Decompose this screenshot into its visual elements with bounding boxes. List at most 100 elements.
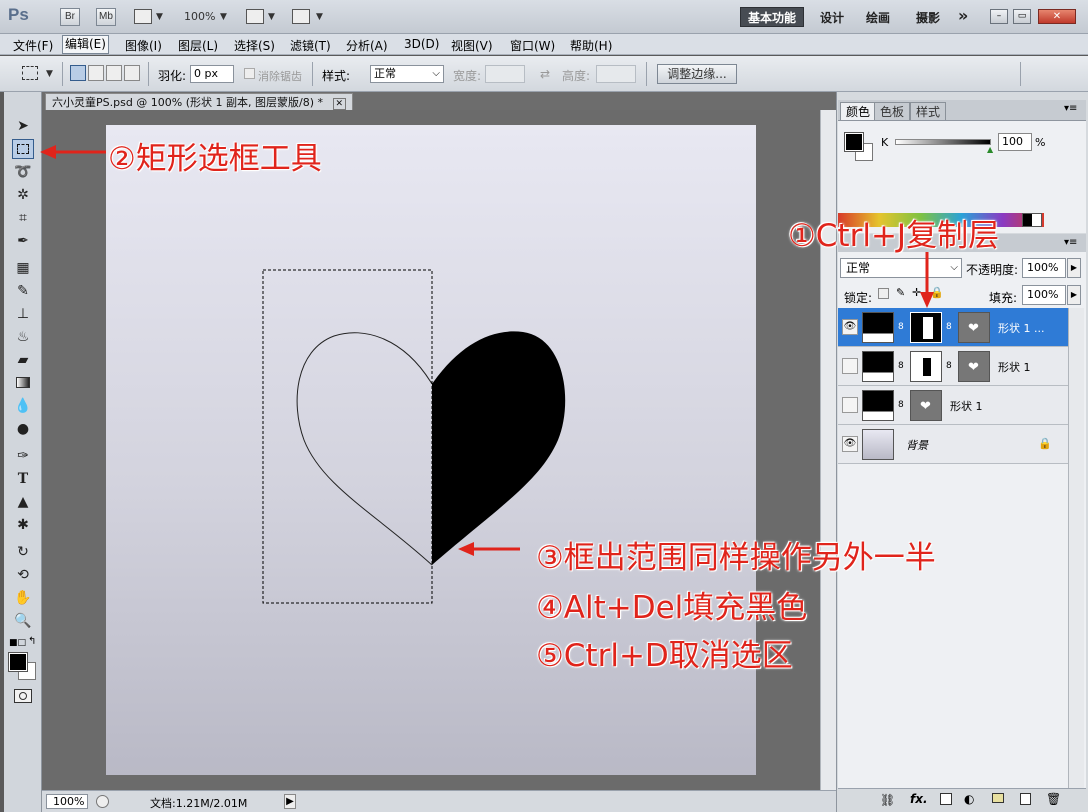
vector-mask-thumbnail[interactable]: ❤ [958,351,990,382]
workspace-photography[interactable]: 摄影 [916,9,940,26]
layer-name[interactable]: 形状 1 [998,359,1031,375]
screen-mode-icon[interactable] [292,9,310,24]
minimize-button[interactable]: – [990,9,1008,24]
workspace-essentials[interactable]: 基本功能 [740,7,804,27]
3d-rotate-tool-icon[interactable]: ↻ [12,542,34,562]
menu-image[interactable]: 图像(I) [125,37,162,54]
document-tab[interactable]: 六小灵童PS.psd @ 100% (形状 1 副本, 图层蒙版/8) * ✕ [45,93,354,110]
rectangular-marquee-tool-icon[interactable] [12,139,34,159]
adjustment-icon[interactable]: ◐ [964,792,974,806]
menu-window[interactable]: 窗口(W) [510,37,555,54]
tab-swatches[interactable]: 色板 [874,102,911,120]
subtract-from-selection-icon[interactable] [106,65,122,81]
menu-edit[interactable]: 编辑(E) [62,35,109,54]
refine-edge-button[interactable]: 调整边缘... [657,64,737,84]
layer-row[interactable]: 8 ❤ 形状 1 [838,386,1068,425]
opacity-input[interactable]: 100% [1022,258,1066,278]
vector-mask-thumbnail[interactable]: ❤ [910,390,942,421]
crop-tool-icon[interactable]: ⌗ [12,208,34,228]
mask-thumbnail[interactable] [910,351,942,382]
close-button[interactable]: ✕ [1038,9,1076,24]
fx-icon[interactable]: fx. [910,792,928,806]
layer-row[interactable]: 👁 8 8 ❤ 形状 1 ... [838,308,1068,347]
layers-scrollbar[interactable] [1068,308,1084,788]
color-fg-swatch[interactable] [844,132,864,152]
move-tool-icon[interactable]: ➤ [12,116,34,136]
menu-analysis[interactable]: 分析(A) [346,37,388,54]
layer-name[interactable]: 形状 1 [950,398,983,414]
workspace-painting[interactable]: 绘画 [866,9,890,26]
history-brush-tool-icon[interactable]: ♨ [12,327,34,347]
new-selection-icon[interactable] [70,65,86,81]
visibility-toggle[interactable] [842,358,858,374]
menu-filter[interactable]: 滤镜(T) [290,37,331,54]
channel-slider[interactable] [895,139,991,145]
workspace-design[interactable]: 设计 [820,9,844,26]
chevron-down-icon[interactable]: ▼ [46,69,53,79]
chevron-down-icon[interactable]: ▼ [316,12,323,22]
fill-arrow-icon[interactable]: ▶ [1067,285,1081,305]
clone-stamp-tool-icon[interactable]: ⊥ [12,304,34,324]
add-mask-icon[interactable] [940,793,952,805]
pen-tool-icon[interactable]: ✑ [12,446,34,466]
dodge-tool-icon[interactable]: ● [12,419,34,439]
visibility-toggle[interactable] [842,397,858,413]
layer-row[interactable]: 8 8 ❤ 形状 1 [838,347,1068,386]
chevron-down-icon[interactable]: ▼ [156,12,163,22]
layer-name[interactable]: 背景 [906,437,928,453]
tab-color[interactable]: 颜色 [840,102,877,120]
style-select[interactable]: 正常 ⌵ [370,65,444,83]
link-layers-icon[interactable]: ⛓ [880,793,895,807]
more-workspaces-icon[interactable]: » [958,6,968,25]
zoom-tool-icon[interactable]: 🔍 [12,611,34,631]
close-tab-icon[interactable]: ✕ [332,98,347,110]
eyedropper-tool-icon[interactable]: ✒ [12,231,34,251]
vector-mask-thumbnail[interactable]: ❤ [958,312,990,343]
trash-icon[interactable]: 🗑 [1046,792,1061,806]
mask-thumbnail[interactable] [910,312,942,343]
status-menu-icon[interactable]: ▶ [284,794,296,809]
group-icon[interactable] [992,793,1004,803]
default-colors-icon[interactable]: ■□ [9,638,26,648]
new-layer-icon[interactable] [1020,793,1031,805]
mini-bridge-button[interactable]: Mb [96,8,116,26]
eye-icon[interactable]: 👁 [842,319,858,335]
custom-shape-tool-icon[interactable]: ✱ [12,515,34,535]
3d-orbit-tool-icon[interactable]: ⟲ [12,565,34,585]
type-tool-icon[interactable]: T [12,469,34,489]
opacity-arrow-icon[interactable]: ▶ [1067,258,1081,278]
chevron-down-icon[interactable]: ▼ [268,12,275,22]
blend-mode-select[interactable]: 正常 ⌵ [840,258,962,278]
zoom-level[interactable]: 100% [184,10,215,23]
foreground-color-swatch[interactable] [8,652,28,672]
lock-pixels-icon[interactable]: ✎ [896,286,905,299]
slider-thumb-icon[interactable]: ▲ [987,145,993,154]
restore-button[interactable]: ▭ [1013,9,1031,24]
menu-layer[interactable]: 图层(L) [178,37,218,54]
menu-3d[interactable]: 3D(D) [404,37,439,51]
blur-tool-icon[interactable]: 💧 [12,396,34,416]
swap-colors-icon[interactable]: ↰ [28,636,36,647]
channel-value-input[interactable]: 100 [998,133,1032,151]
brush-tool-icon[interactable]: ✎ [12,281,34,301]
quick-selection-tool-icon[interactable]: ✲ [12,185,34,205]
bw-ramp[interactable] [1022,213,1042,227]
swap-icon[interactable]: ⇄ [540,67,550,81]
layer-name[interactable]: 形状 1 ... [998,320,1044,336]
path-selection-tool-icon[interactable]: ▲ [12,492,34,512]
menu-select[interactable]: 选择(S) [234,37,275,54]
gradient-tool-icon[interactable] [12,373,34,393]
menu-help[interactable]: 帮助(H) [570,37,612,54]
spot-healing-tool-icon[interactable]: ▦ [12,258,34,278]
arrange-documents-icon[interactable] [246,9,264,24]
add-to-selection-icon[interactable] [88,65,104,81]
layer-row[interactable]: 👁 背景 🔒 [838,425,1068,464]
tab-styles[interactable]: 样式 [910,102,947,120]
panel-menu-icon[interactable]: ▾≡ [1064,103,1077,114]
menu-file[interactable]: 文件(F) [13,37,53,54]
status-info-icon[interactable] [96,795,109,808]
fill-input[interactable]: 100% [1022,285,1066,305]
marquee-preset-icon[interactable] [22,66,38,80]
eraser-tool-icon[interactable]: ▰ [12,350,34,370]
intersect-selection-icon[interactable] [124,65,140,81]
